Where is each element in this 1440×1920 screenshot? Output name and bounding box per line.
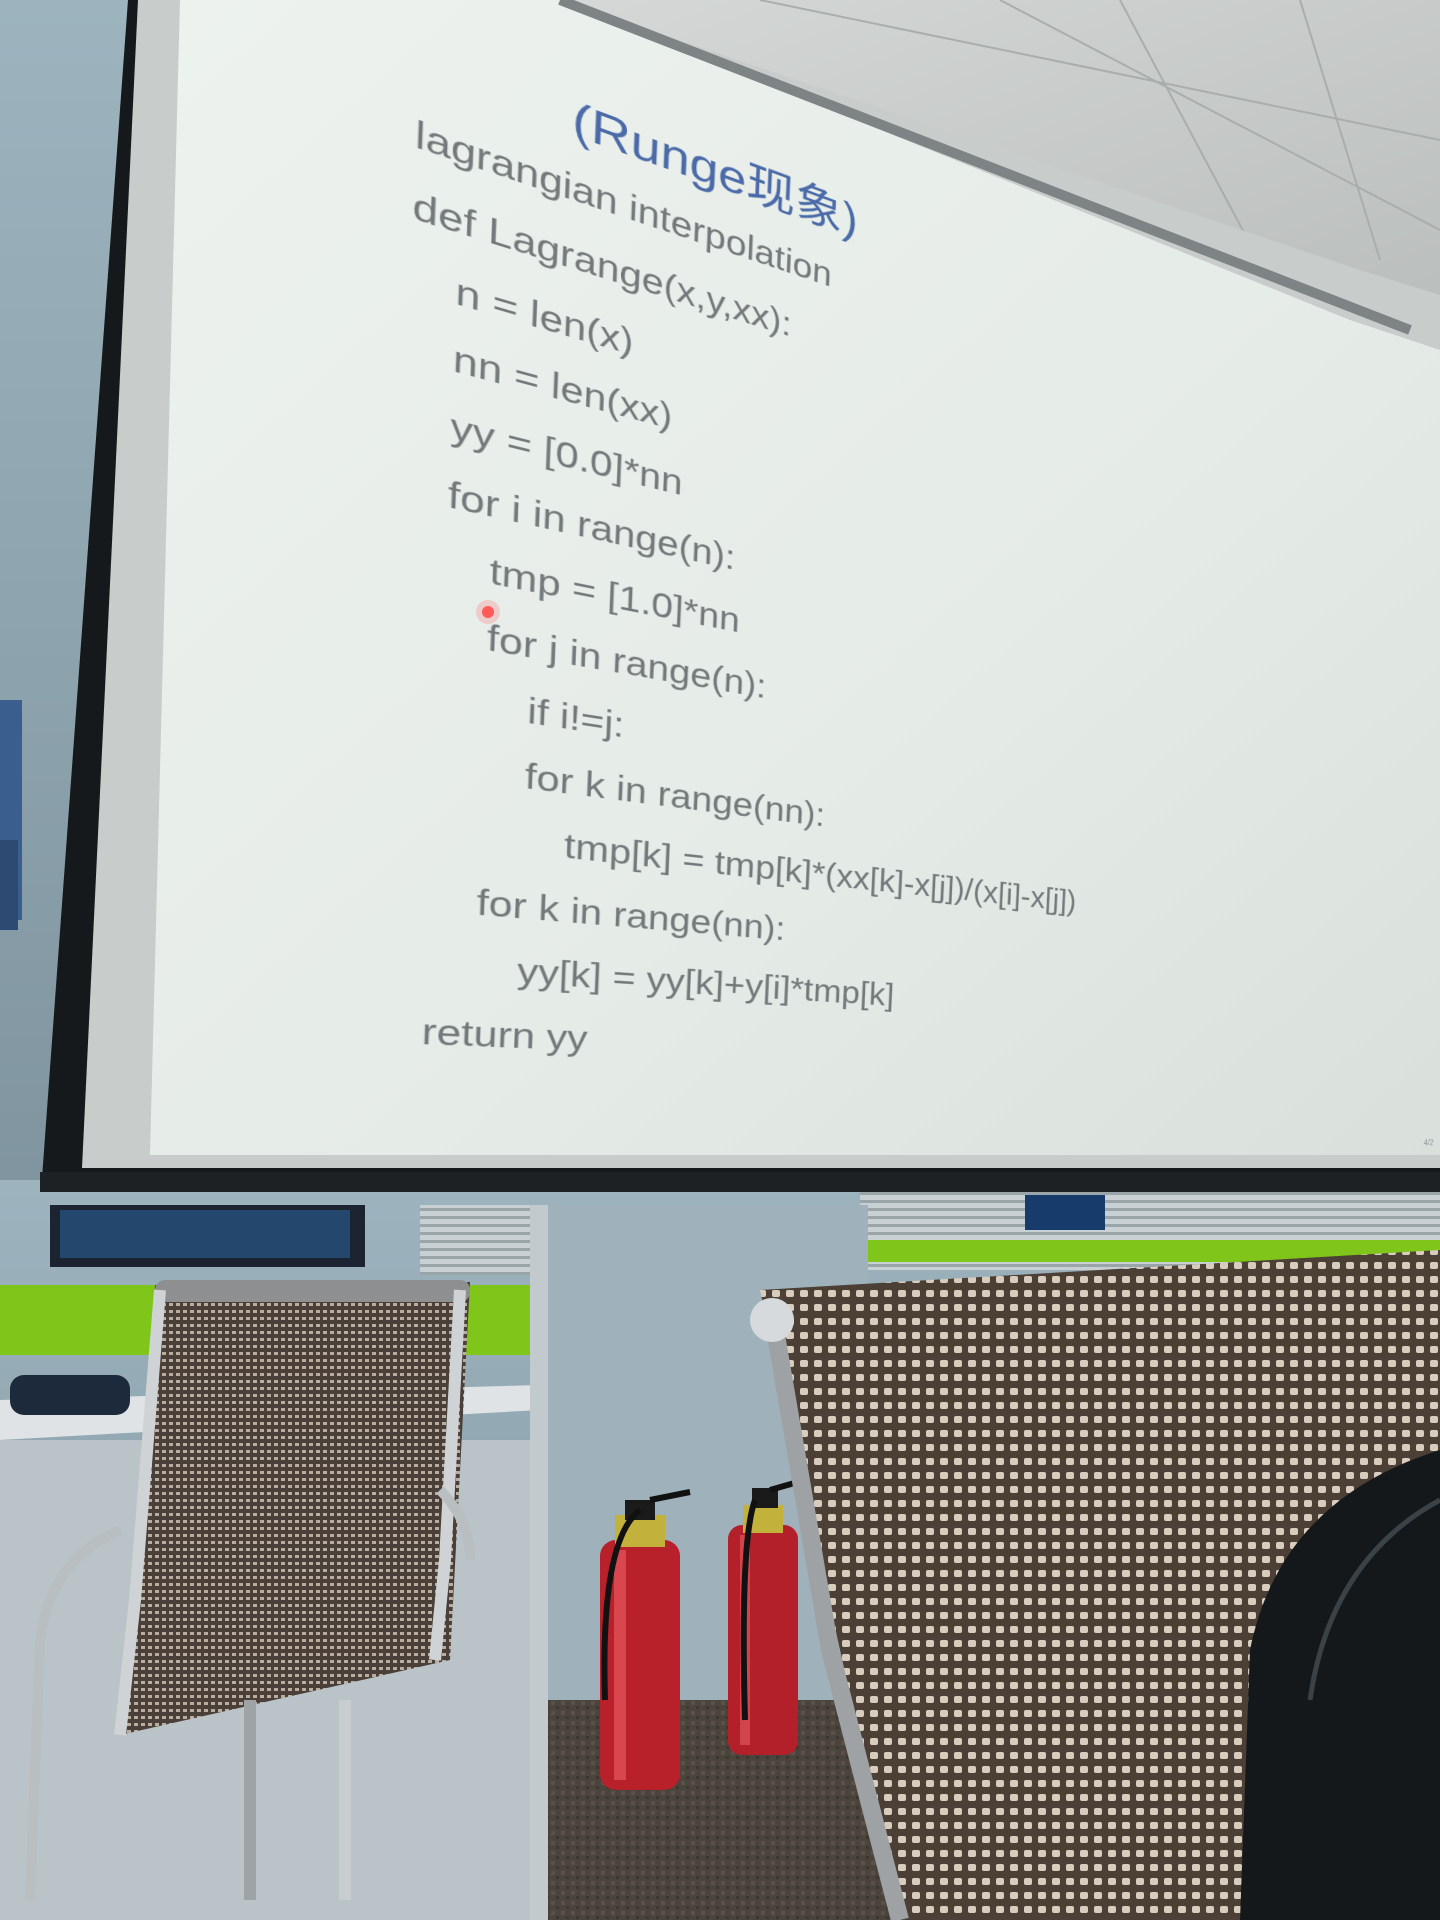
laser-pointer-glow — [476, 600, 500, 624]
laser-overlay — [476, 600, 500, 624]
photo-scene: (Runge现象) lagrangian interpolation def La… — [0, 0, 1440, 1920]
